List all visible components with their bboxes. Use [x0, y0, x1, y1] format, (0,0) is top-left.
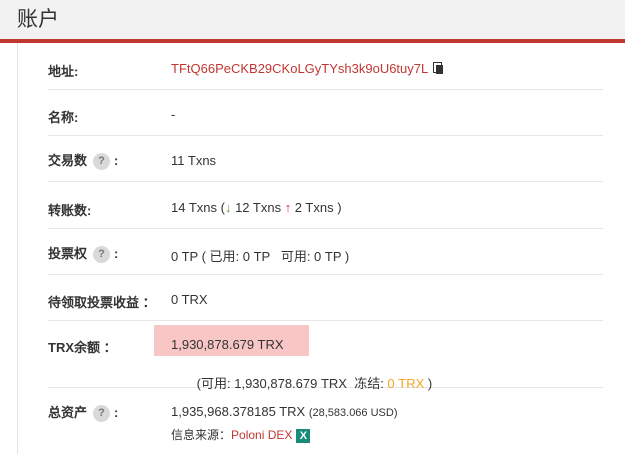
txns-label: 交易数 [48, 153, 88, 168]
total-assets-usd: (28,583.066 USD) [308, 407, 398, 419]
address-row: 地址: TFtQ66PeCKB29CKoLGyTYsh3k9oU6tuy7L [48, 43, 603, 90]
pending-rewards-value: 0 TRX [171, 292, 208, 307]
txns-label-wrap: 交易数?: [48, 150, 119, 171]
transfers-value: 14 Txns (↓ 12 Txns ↑ 2 Txns ) [171, 200, 342, 215]
total-assets-colon: : [114, 405, 119, 420]
name-row: 名称: - [48, 90, 603, 136]
total-assets-label-wrap: 总资产?: [48, 402, 119, 423]
votes-label: 投票权 [48, 246, 88, 261]
txns-colon: : [114, 153, 119, 168]
account-panel: 地址: TFtQ66PeCKB29CKoLGyTYsh3k9oU6tuy7L 名… [17, 43, 625, 454]
pending-rewards-label: 待领取投票收益 ： [48, 295, 156, 310]
txns-value: 11 Txns [171, 153, 217, 168]
help-icon[interactable]: ? [93, 246, 111, 264]
transfers-total: 14 Txns ( [171, 200, 225, 215]
source-link[interactable]: Poloni DEX [231, 428, 292, 442]
name-label: 名称: [48, 110, 79, 125]
total-assets-trx: 1,935,968.378185 TRX [171, 404, 306, 419]
address-value: TFtQ66PeCKB29CKoLGyTYsh3k9oU6tuy7L [171, 61, 444, 76]
pending-rewards-row: 待领取投票收益 ： 0 TRX [48, 275, 603, 321]
copy-icon[interactable] [433, 62, 444, 74]
votes-label-wrap: 投票权?: [48, 243, 119, 264]
help-icon[interactable]: ? [93, 405, 111, 423]
votes-row: 投票权?: 0 TP ( 已用: 0 TP 可用: 0 TP ) [48, 229, 603, 275]
trx-balance-row: TRX余额 ： 1,930,878.679 TRX (可用: 1,930,878… [48, 321, 603, 391]
transfers-out: 2 Txns ) [291, 200, 342, 215]
trx-balance-label: TRX余额 ： [48, 340, 117, 355]
transfers-label: 转账数: [48, 203, 92, 218]
poloni-dex-icon[interactable]: X [296, 428, 311, 443]
transfers-in: 12 Txns [231, 200, 285, 215]
address-link[interactable]: TFtQ66PeCKB29CKoLGyTYsh3k9oU6tuy7L [171, 61, 428, 76]
txns-row: 交易数?: 11 Txns [48, 136, 603, 182]
trx-balance-value: 1,930,878.679 TRX [171, 337, 284, 352]
votes-value: 0 TP ( 已用: 0 TP 可用: 0 TP ) [171, 249, 350, 264]
total-assets-value: 1,935,968.378185 TRX (28,583.066 USD) [171, 404, 398, 419]
name-value: - [171, 107, 176, 122]
address-label: 地址: [48, 64, 79, 79]
page-title: 账户 [17, 8, 59, 31]
source-label: 信息来源： [171, 428, 232, 442]
source-line: 信息来源：Poloni DEX X [171, 426, 311, 443]
total-assets-label: 总资产 [48, 405, 88, 420]
total-assets-row: 总资产?: 1,935,968.378185 TRX (28,583.066 U… [48, 388, 603, 454]
help-icon[interactable]: ? [93, 153, 111, 171]
page-header: 账户 [0, 0, 625, 39]
votes-colon: : [114, 246, 119, 261]
transfers-row: 转账数: 14 Txns (↓ 12 Txns ↑ 2 Txns ) [48, 182, 603, 229]
